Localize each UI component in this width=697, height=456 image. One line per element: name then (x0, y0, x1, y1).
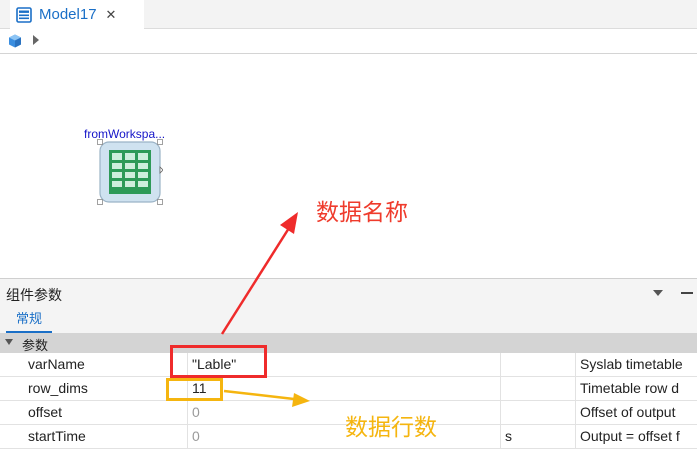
param-name: startTime (28, 428, 86, 444)
param-value-input[interactable]: 0 (187, 425, 500, 449)
panel-title: 组件参数 (6, 288, 62, 304)
minimize-icon[interactable] (681, 292, 693, 294)
editor-tab-bar: Model17 ✕ (0, 0, 697, 29)
collapse-caret-icon[interactable] (5, 339, 13, 346)
tab-model17[interactable]: Model17 ✕ (10, 0, 144, 29)
param-name: varName (28, 356, 85, 372)
param-description: Output = offset f (575, 425, 697, 449)
param-description: Timetable row d (575, 377, 697, 401)
param-unit: s (500, 425, 575, 449)
cube-icon[interactable] (7, 33, 23, 49)
properties-panel-header: 组件参数 (0, 278, 697, 306)
tab-general[interactable]: 常规 (6, 310, 53, 333)
parameters-section-header[interactable]: 参数 (0, 333, 697, 354)
annotation-data-name: 数据名称 (316, 200, 408, 226)
highlight-box-varname (170, 345, 267, 378)
annotation-data-rows: 数据行数 (345, 415, 437, 441)
highlight-box-row-dims (166, 378, 223, 401)
param-unit (500, 353, 575, 377)
table-row: varName "Lable" Syslab timetable (0, 353, 697, 377)
param-name: offset (28, 404, 62, 420)
diagram-canvas[interactable]: fromWorkspa... 数据名称 (0, 55, 697, 278)
from-workspace-block[interactable] (97, 139, 163, 205)
dropdown-arrow-icon[interactable] (652, 289, 664, 297)
param-value-input[interactable]: 11 (187, 377, 500, 401)
breadcrumb (0, 29, 697, 54)
param-unit (500, 377, 575, 401)
param-description: Offset of output (575, 401, 697, 425)
param-unit (500, 401, 575, 425)
tab-label: Model17 (39, 6, 97, 23)
model-document-icon (16, 6, 32, 23)
param-name: row_dims (28, 380, 88, 396)
param-description: Syslab timetable (575, 353, 697, 377)
chevron-right-icon[interactable] (31, 33, 41, 47)
section-title: 参数 (22, 339, 49, 354)
panel-subtabs: 常规 (0, 306, 697, 333)
table-row: row_dims 11 Timetable row d (0, 377, 697, 401)
param-value-input[interactable]: 0 (187, 401, 500, 425)
close-icon[interactable]: ✕ (106, 7, 117, 23)
